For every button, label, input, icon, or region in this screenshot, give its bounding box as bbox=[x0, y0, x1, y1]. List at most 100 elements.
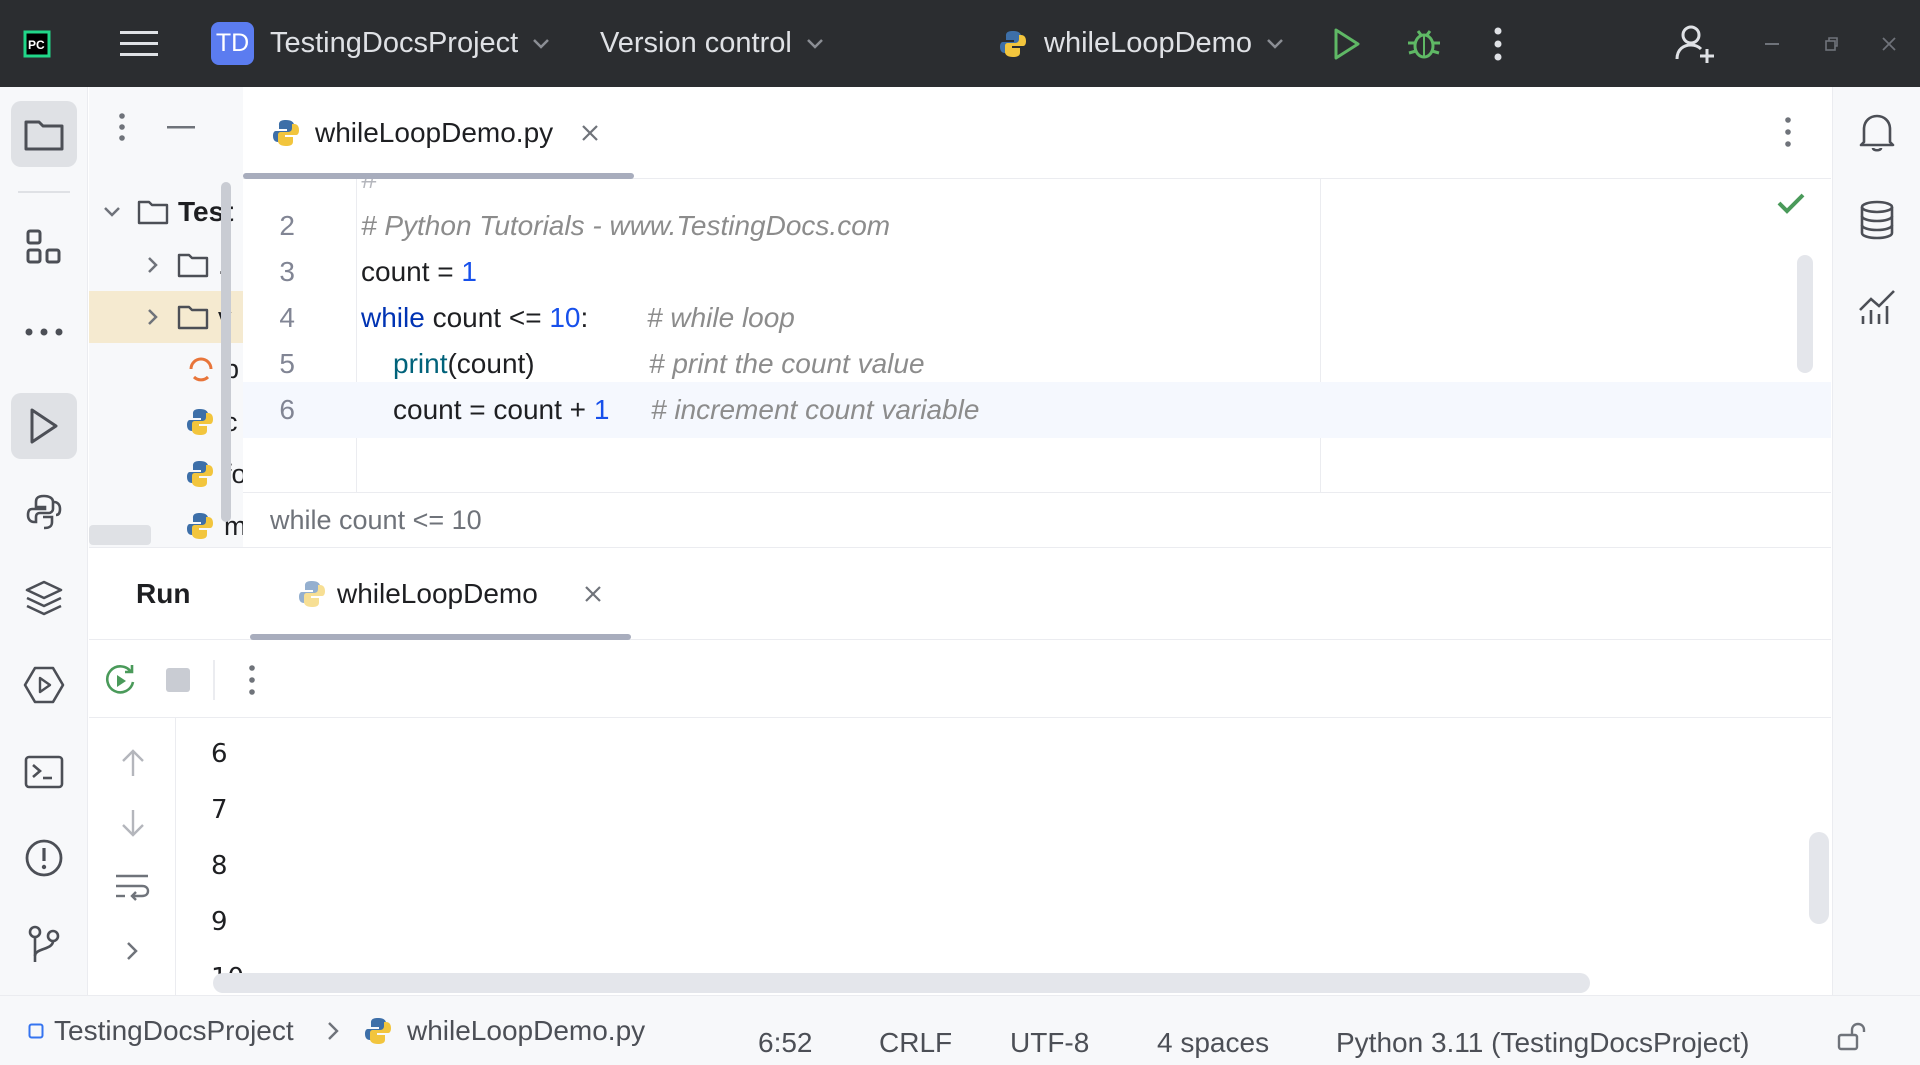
arrow-down-icon[interactable] bbox=[120, 808, 146, 838]
lock-open-icon[interactable] bbox=[1836, 1002, 1866, 1065]
run-more-options-icon[interactable] bbox=[249, 665, 255, 695]
title-bar: PC TD TestingDocsProject Version control… bbox=[0, 0, 1920, 87]
debug-bug-icon[interactable] bbox=[1406, 0, 1442, 87]
editor: whileLoopDemo.py # 2 # Python Tutorials bbox=[243, 87, 1831, 547]
editor-options-icon[interactable] bbox=[1785, 117, 1791, 147]
tree-item[interactable]: c bbox=[89, 396, 243, 448]
console-hscroll-thumb[interactable] bbox=[213, 973, 1590, 993]
console-vscroll-thumb[interactable] bbox=[1809, 832, 1829, 924]
status-bar: TestingDocsProject whileLoopDemo.py 6:52… bbox=[0, 995, 1920, 1065]
arrow-up-icon[interactable] bbox=[120, 748, 146, 778]
tree-item[interactable]: b bbox=[89, 343, 243, 395]
python-file-icon bbox=[185, 459, 215, 489]
chevron-down-icon bbox=[1266, 38, 1284, 50]
code-comment: # print the count value bbox=[649, 348, 925, 379]
run-tab[interactable]: whileLoopDemo bbox=[297, 548, 602, 640]
maximize-icon[interactable] bbox=[1824, 0, 1838, 87]
toolbar-divider bbox=[213, 660, 215, 700]
project-tool-icon[interactable] bbox=[11, 101, 77, 167]
chevron-down-icon bbox=[532, 38, 550, 50]
indent-setting[interactable]: 4 spaces bbox=[1157, 1008, 1269, 1065]
console-output[interactable]: 6 7 8 9 10 bbox=[176, 718, 1831, 996]
code-text: print(count) bbox=[393, 348, 535, 379]
terminal-icon[interactable] bbox=[11, 739, 77, 805]
run-play-icon[interactable] bbox=[1332, 0, 1362, 87]
tree-item[interactable]: v bbox=[89, 291, 243, 343]
run-tab-label: whileLoopDemo bbox=[337, 578, 538, 609]
code-text: while count <= 10: bbox=[361, 302, 589, 333]
editor-vscroll-thumb[interactable] bbox=[1797, 255, 1813, 373]
panel-options-icon[interactable] bbox=[119, 113, 125, 141]
problems-icon[interactable] bbox=[11, 825, 77, 891]
notifications-bell-icon[interactable] bbox=[1844, 99, 1910, 165]
run-header: Run whileLoopDemo bbox=[89, 548, 1831, 640]
code-area[interactable]: # 2 # Python Tutorials - www.TestingDocs… bbox=[243, 179, 1831, 492]
code-line-current: 6 count = count + 1 # increment count va… bbox=[243, 382, 1831, 438]
folder-icon bbox=[177, 304, 209, 330]
main-menu-icon[interactable] bbox=[120, 0, 160, 87]
tree-vscroll-thumb[interactable] bbox=[221, 182, 231, 522]
line-number: 3 bbox=[279, 256, 295, 287]
more-tools-icon[interactable] bbox=[11, 299, 77, 365]
folder-icon bbox=[137, 199, 169, 225]
tree-item[interactable]: fo bbox=[89, 448, 243, 500]
project-selector[interactable]: TD TestingDocsProject bbox=[211, 0, 550, 87]
version-control-menu[interactable]: Version control bbox=[600, 0, 824, 87]
run-panel-title: Run bbox=[136, 578, 191, 609]
chevron-right-icon bbox=[327, 996, 339, 1065]
python-file-icon bbox=[297, 579, 327, 609]
editor-tab-bar: whileLoopDemo.py bbox=[243, 87, 1831, 179]
code-comment: # Python Tutorials - www.TestingDocs.com bbox=[361, 210, 891, 241]
code-breadcrumb[interactable]: while count <= 10 bbox=[243, 492, 1831, 547]
run-toolbar bbox=[89, 640, 1831, 718]
close-window-icon[interactable] bbox=[1882, 0, 1896, 87]
code-text: count = 1 bbox=[361, 256, 477, 287]
chevron-right-icon bbox=[147, 256, 159, 274]
chevron-right-icon[interactable] bbox=[125, 940, 139, 962]
stop-icon[interactable] bbox=[164, 666, 192, 694]
chevron-down-icon bbox=[103, 206, 121, 218]
add-user-icon[interactable] bbox=[1674, 0, 1716, 87]
sciview-chart-icon[interactable] bbox=[1844, 273, 1910, 339]
status-project-crumb[interactable]: TestingDocsProject bbox=[28, 996, 294, 1065]
rerun-icon[interactable] bbox=[103, 662, 137, 696]
soft-wrap-icon[interactable] bbox=[114, 872, 150, 902]
editor-tab[interactable]: whileLoopDemo.py bbox=[243, 87, 599, 179]
tree-hscroll-thumb[interactable] bbox=[89, 525, 151, 545]
code-text: count = count + 1 bbox=[393, 394, 610, 425]
close-tab-icon[interactable] bbox=[581, 124, 599, 142]
run-config-name: whileLoopDemo bbox=[1044, 27, 1252, 59]
status-file-crumb[interactable]: whileLoopDemo.py bbox=[363, 996, 645, 1065]
close-tab-icon[interactable] bbox=[584, 585, 602, 603]
run-panel: Run whileLoopDemo 6 7 8 9 bbox=[89, 547, 1831, 996]
line-number: 6 bbox=[279, 394, 295, 425]
code-comment: # while loop bbox=[647, 302, 795, 333]
git-branch-icon[interactable] bbox=[11, 911, 77, 977]
project-panel: Test .i v b c fo m bbox=[89, 87, 243, 547]
no-problems-check-icon[interactable] bbox=[1777, 192, 1805, 214]
tree-item[interactable]: .i bbox=[89, 239, 243, 291]
caret-position[interactable]: 6:52 bbox=[758, 1008, 813, 1065]
structure-tool-icon[interactable] bbox=[11, 214, 77, 280]
minimize-icon[interactable] bbox=[1765, 0, 1779, 87]
python-packages-icon[interactable] bbox=[11, 565, 77, 631]
code-comment: # increment count variable bbox=[651, 394, 980, 425]
module-square-icon bbox=[28, 1023, 44, 1039]
python-interpreter[interactable]: Python 3.11 (TestingDocsProject) bbox=[1336, 1008, 1749, 1065]
loading-spinner-icon bbox=[187, 355, 215, 383]
run-side-toolbar bbox=[89, 718, 176, 996]
database-icon[interactable] bbox=[1844, 187, 1910, 253]
editor-tab-label: whileLoopDemo.py bbox=[315, 117, 554, 148]
python-console-icon[interactable] bbox=[11, 479, 77, 545]
run-tool-icon[interactable] bbox=[11, 393, 77, 459]
more-actions-icon[interactable] bbox=[1494, 0, 1502, 87]
services-icon[interactable] bbox=[11, 652, 77, 718]
file-encoding[interactable]: UTF-8 bbox=[1010, 1008, 1089, 1065]
project-name: TestingDocsProject bbox=[270, 27, 519, 59]
run-config-selector[interactable]: whileLoopDemo bbox=[998, 0, 1284, 87]
pycharm-logo-icon: PC bbox=[22, 0, 52, 87]
folder-icon bbox=[177, 252, 209, 278]
hide-panel-icon[interactable] bbox=[167, 125, 195, 129]
line-separator[interactable]: CRLF bbox=[879, 1008, 952, 1065]
tree-root-row[interactable]: Test bbox=[89, 186, 243, 238]
